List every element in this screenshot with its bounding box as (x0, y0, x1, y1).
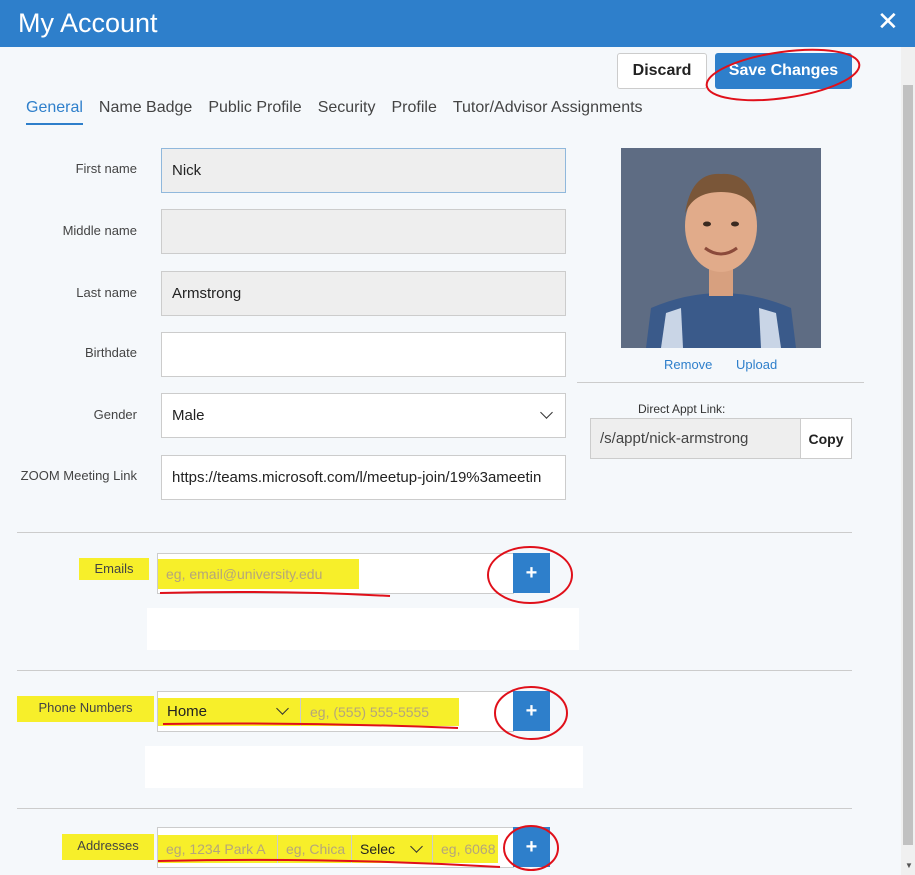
tab-tutor-advisor-assignments[interactable]: Tutor/Advisor Assignments (453, 99, 643, 125)
birthdate-label: Birthdate (84, 345, 137, 360)
zoom-link-field[interactable]: https://teams.microsoft.com/l/meetup-joi… (161, 455, 566, 500)
upload-photo-link[interactable]: Upload (736, 357, 777, 372)
tab-security[interactable]: Security (318, 99, 376, 125)
tab-name-badge[interactable]: Name Badge (99, 99, 192, 125)
add-email-button[interactable]: + (513, 553, 550, 593)
last-name-label: Last name (76, 285, 137, 300)
scroll-down-icon[interactable]: ▼ (905, 861, 913, 870)
add-phone-button[interactable]: + (513, 691, 550, 731)
tab-general[interactable]: General (26, 99, 83, 125)
street-input[interactable]: eg, 1234 Park A (158, 835, 278, 863)
copy-button[interactable]: Copy (800, 418, 852, 459)
birthdate-field[interactable] (161, 332, 566, 377)
section-divider (17, 670, 852, 671)
add-address-button[interactable]: + (513, 827, 550, 867)
email-placeholder: eg, email@university.edu (158, 558, 359, 589)
email-input[interactable]: eg, email@university.edu (157, 553, 514, 594)
phone-list-area (145, 746, 583, 788)
discard-button[interactable]: Discard (617, 53, 707, 89)
middle-name-label: Middle name (62, 223, 137, 238)
phone-number-input[interactable]: eg, (555) 555-5555 (301, 698, 459, 726)
state-select[interactable]: Selec (352, 835, 433, 863)
title-bar: My Account ✕ (0, 0, 915, 47)
email-list-area (147, 608, 579, 650)
first-name-label: First name (75, 161, 137, 176)
zoom-link-label: ZOOM Meeting Link (20, 468, 137, 483)
state-select-value: Selec (360, 841, 396, 857)
phone-type-value: Home (167, 703, 208, 720)
phone-numbers-label: Phone Numbers (17, 696, 154, 722)
tab-profile[interactable]: Profile (391, 99, 436, 125)
phone-type-select[interactable]: Home (158, 698, 301, 726)
middle-name-field[interactable] (161, 209, 566, 254)
last-name-field[interactable]: Armstrong (161, 271, 566, 316)
close-icon[interactable]: ✕ (877, 6, 899, 37)
tab-public-profile[interactable]: Public Profile (208, 99, 301, 125)
chevron-down-icon (540, 406, 553, 419)
window-title: My Account (18, 8, 158, 38)
address-input-group: eg, 1234 Park A eg, Chica Selec eg, 6068 (157, 827, 514, 868)
first-name-field[interactable]: Nick (161, 148, 566, 193)
city-input[interactable]: eg, Chica (278, 835, 352, 863)
gender-select[interactable]: Male (161, 393, 566, 438)
chevron-down-icon (276, 702, 289, 715)
gender-label: Gender (93, 407, 137, 422)
direct-appt-link-field[interactable]: /s/appt/nick-armstrong (590, 418, 801, 459)
remove-photo-link[interactable]: Remove (664, 357, 712, 372)
profile-photo (621, 148, 821, 348)
scrollbar-thumb[interactable] (903, 85, 913, 845)
tab-bar: General Name Badge Public Profile Securi… (26, 99, 659, 125)
chevron-down-icon (410, 840, 423, 853)
save-changes-button[interactable]: Save Changes (715, 53, 852, 89)
phone-input-group: Home eg, (555) 555-5555 (157, 691, 514, 732)
zip-input[interactable]: eg, 6068 (433, 835, 498, 863)
emails-label: Emails (79, 558, 149, 580)
profile-photo-image (621, 148, 821, 348)
addresses-label: Addresses (62, 834, 154, 860)
photo-divider (577, 382, 864, 383)
section-divider (17, 532, 852, 533)
gender-value: Male (172, 407, 205, 424)
section-divider (17, 808, 852, 809)
direct-appt-link-label: Direct Appt Link: (638, 402, 726, 416)
scrollbar[interactable]: ▼ (901, 47, 915, 875)
